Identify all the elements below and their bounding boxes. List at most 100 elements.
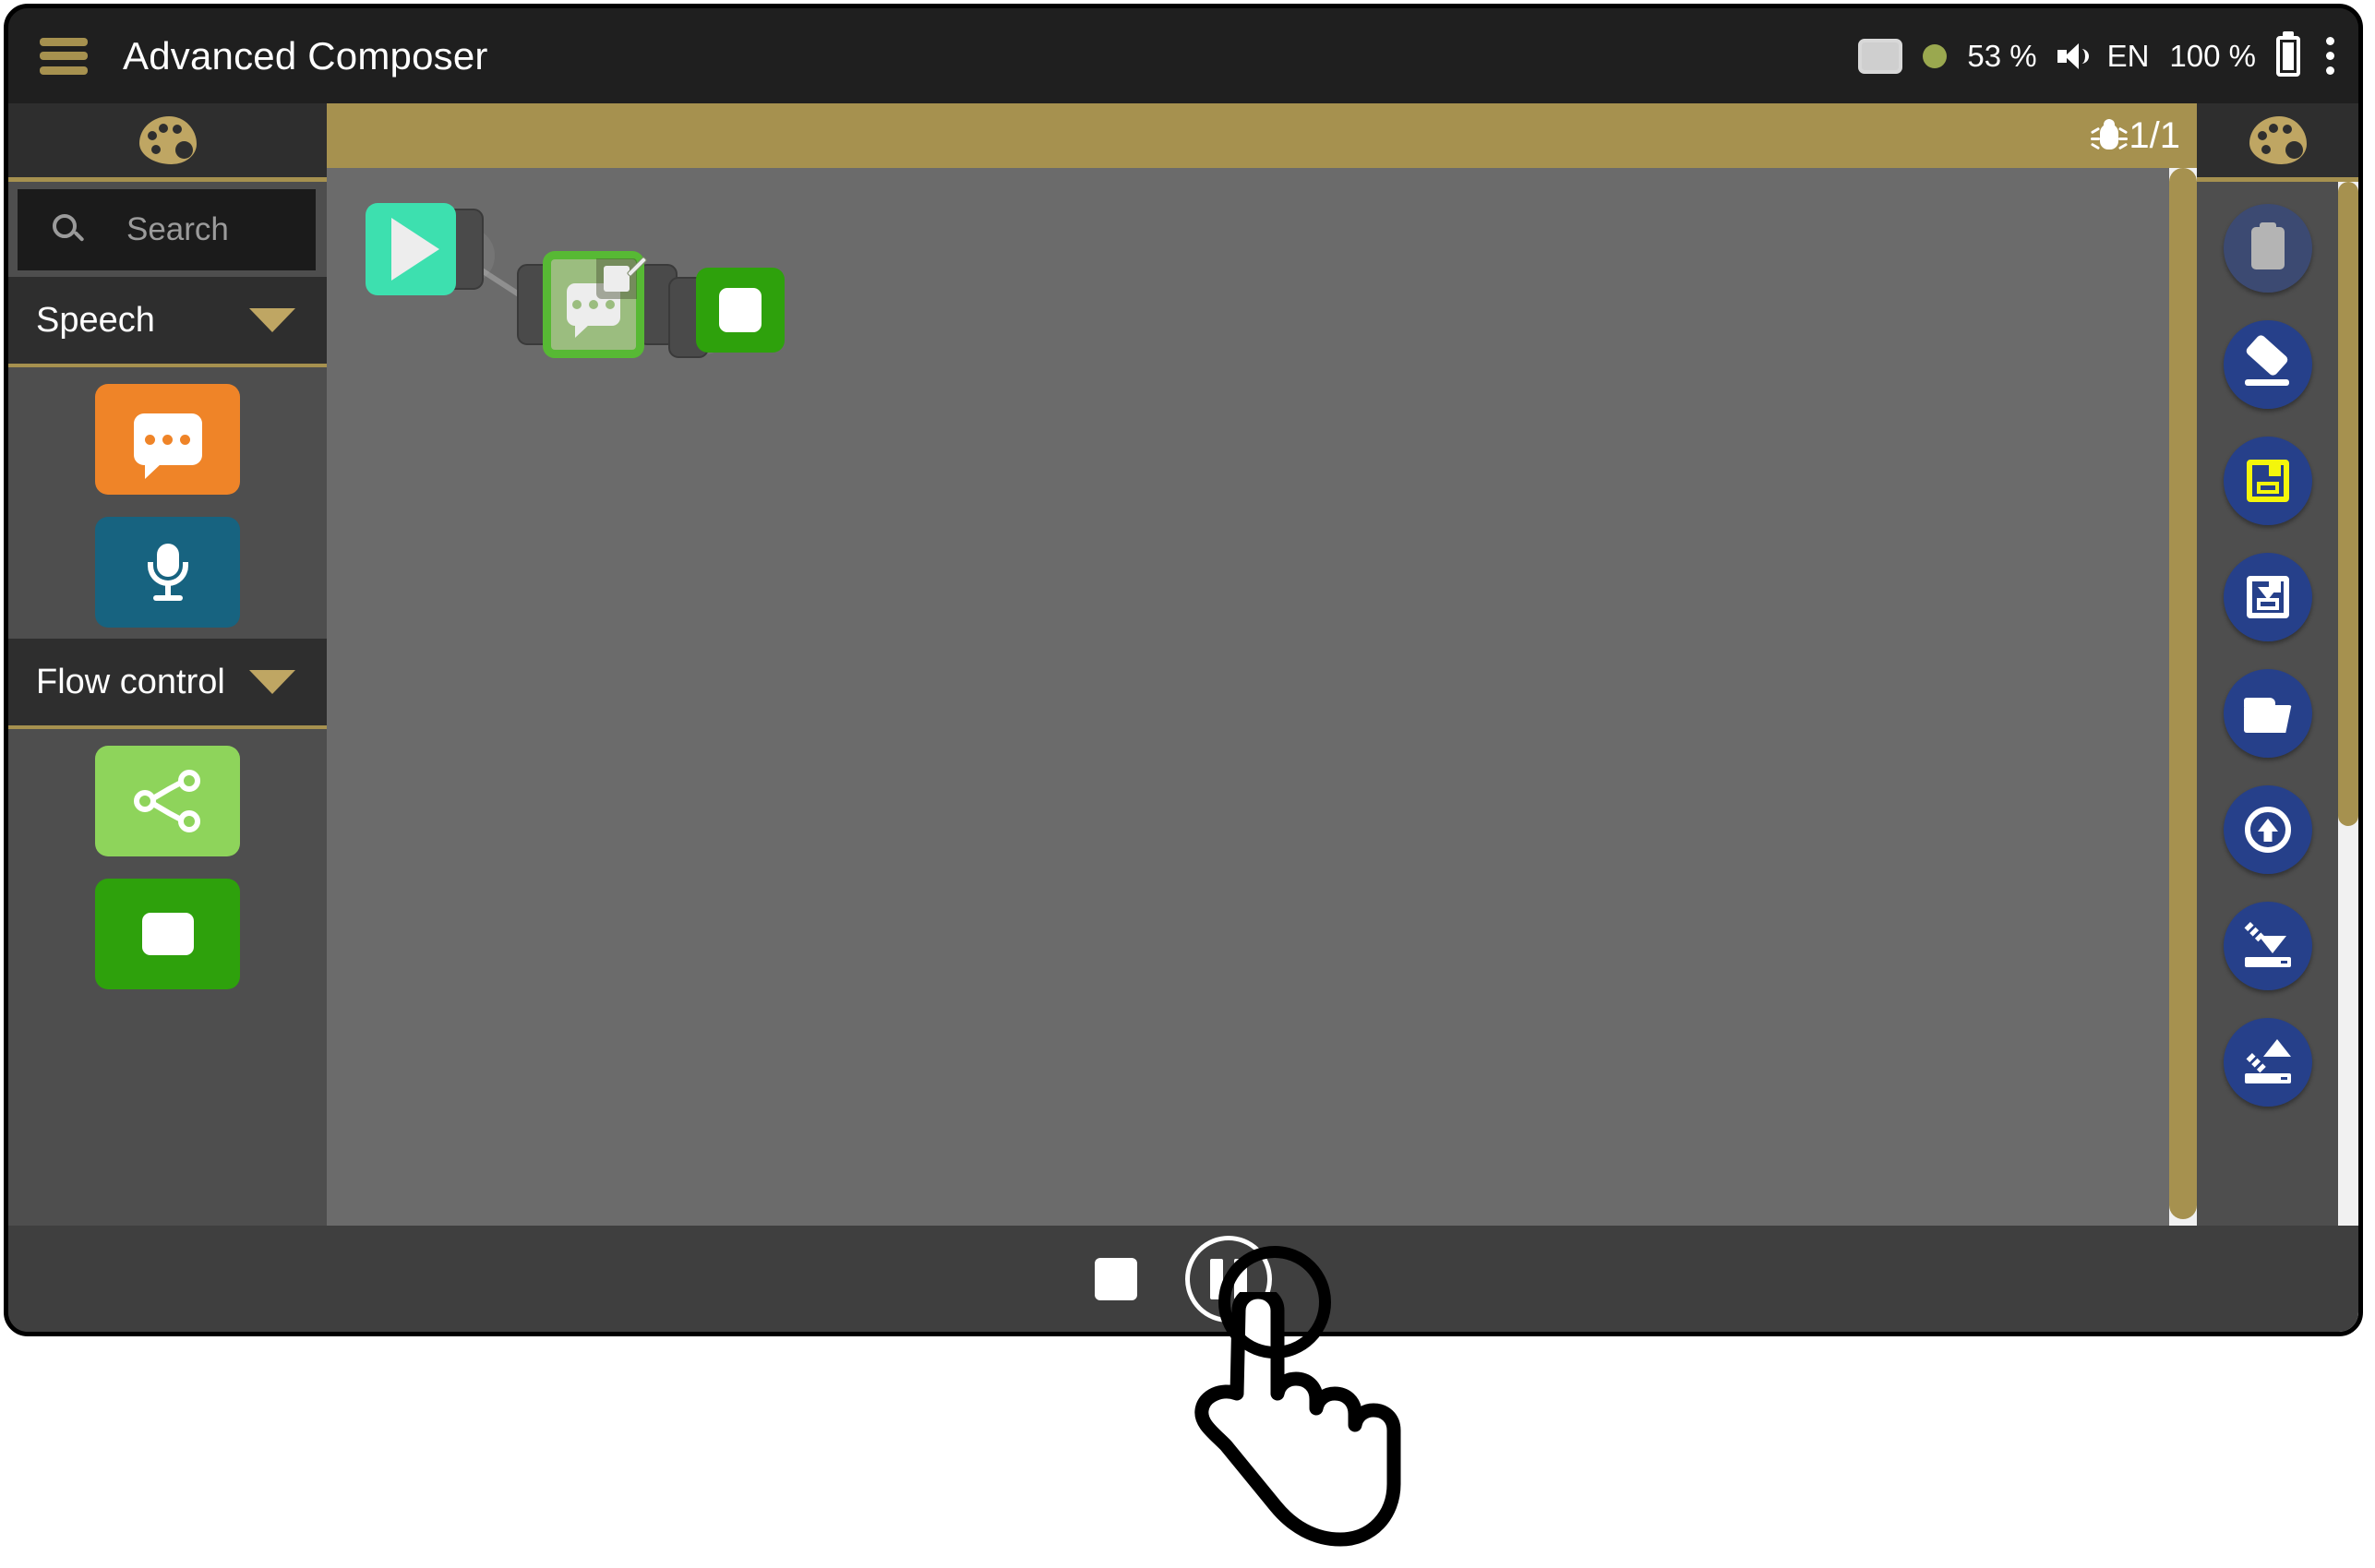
palette-dot	[172, 125, 182, 134]
upload-circle-icon	[2244, 807, 2291, 853]
search-row: Search	[8, 182, 327, 277]
upload-button[interactable]	[2223, 785, 2312, 874]
edit-pencil-icon[interactable]	[596, 256, 648, 299]
node-start[interactable]	[366, 203, 456, 295]
flow-canvas[interactable]	[327, 168, 2169, 1299]
mic-arc	[147, 562, 188, 586]
category-blocks-flow-control	[8, 729, 327, 1000]
palette-dot	[2257, 131, 2267, 140]
bubble-dot	[180, 434, 190, 445]
export-arrowhead	[2262, 1039, 2291, 1057]
kebab-menu-icon[interactable]	[2326, 37, 2334, 75]
tool-scroll-thumb[interactable]	[2338, 182, 2358, 826]
save-as-button[interactable]	[2223, 553, 2312, 641]
speaker-icon[interactable]	[2057, 42, 2089, 71]
status-dot-icon	[1923, 43, 1948, 68]
eraser-line	[2244, 379, 2289, 386]
bubble-dot	[145, 434, 155, 445]
block-palette-panel: Search Speech Flow control	[8, 103, 327, 1332]
bubble-dot	[162, 434, 173, 445]
tool-scroll-area	[2197, 182, 2358, 1332]
canvas-vertical-scrollbar[interactable]	[2169, 168, 2197, 1299]
stop-square-icon	[719, 288, 762, 332]
hamburger-bar	[40, 37, 88, 46]
eraser-body	[2244, 333, 2289, 377]
upload-stem	[2263, 830, 2272, 842]
export-tray-icon	[2243, 1039, 2293, 1085]
bubble-dot	[572, 300, 582, 309]
battery-percent-label: 100 %	[2169, 38, 2256, 73]
vertical-scroll-thumb[interactable]	[2169, 168, 2197, 1220]
folder-open-icon	[2243, 694, 2292, 733]
search-icon	[53, 213, 84, 245]
bug-leg	[2091, 126, 2101, 135]
floppy-download-icon	[2246, 576, 2289, 618]
play-icon	[390, 218, 439, 281]
stop-block[interactable]	[95, 879, 240, 989]
title-bar: Advanced Composer 53 % EN 100 %	[8, 8, 2358, 103]
open-button[interactable]	[2223, 669, 2312, 758]
search-placeholder: Search	[126, 210, 229, 247]
language-label: EN	[2106, 38, 2150, 73]
tool-panel-header[interactable]	[2197, 103, 2358, 182]
import-button[interactable]	[2223, 902, 2312, 990]
stop-button[interactable]	[1095, 1257, 1137, 1300]
bug-leg	[2091, 142, 2101, 150]
bubble-dot	[589, 300, 598, 309]
palette-thumbhole	[2285, 141, 2303, 159]
bug-head	[2104, 119, 2116, 127]
kebab-dot	[2326, 37, 2334, 45]
tap-hand-cursor	[1165, 1246, 1405, 1560]
tap-ripple-icon	[1218, 1246, 1331, 1359]
microphone-block[interactable]	[95, 517, 240, 628]
kebab-dot	[2326, 66, 2334, 75]
palette-dot	[150, 145, 161, 154]
palette-dot	[158, 124, 168, 133]
stop-square-icon	[141, 913, 194, 955]
tool-panel-scrollbar[interactable]	[2338, 182, 2358, 1332]
search-input[interactable]: Search	[18, 188, 316, 270]
hamburger-bar	[40, 66, 88, 75]
battery-fill	[2283, 42, 2294, 70]
tray-line	[2244, 957, 2291, 967]
hamburger-menu-icon[interactable]	[40, 37, 88, 75]
branch-block[interactable]	[95, 746, 240, 856]
palette-dot	[2268, 124, 2278, 133]
import-tray-icon	[2243, 922, 2293, 969]
paste-button[interactable]	[2223, 204, 2312, 293]
speech-bubble-icon	[133, 413, 202, 479]
bug-body	[2100, 124, 2119, 150]
bug-leg	[2118, 126, 2129, 135]
canvas-column: 1/1	[327, 103, 2197, 1332]
category-header-flow-control[interactable]: Flow control	[8, 639, 327, 729]
folder-front	[2243, 705, 2292, 733]
erase-button[interactable]	[2223, 320, 2312, 409]
palette-dot	[2282, 125, 2292, 134]
mic-base	[152, 595, 183, 601]
kebab-dot	[2326, 52, 2334, 60]
clipboard-icon	[2250, 227, 2285, 269]
bug-leg	[2091, 138, 2101, 140]
battery-icon	[2276, 35, 2300, 77]
category-header-speech[interactable]: Speech	[8, 277, 327, 367]
page-count-label: 1/1	[2129, 114, 2180, 156]
save-button[interactable]	[2223, 437, 2312, 525]
app-window: Advanced Composer 53 % EN 100 % Search S…	[4, 4, 2363, 1336]
floppy-save-icon	[2246, 460, 2289, 502]
palette-panel-header[interactable]	[8, 103, 327, 182]
bug-icon[interactable]	[2091, 118, 2129, 153]
canvas-body	[327, 168, 2197, 1332]
export-button[interactable]	[2223, 1018, 2312, 1107]
node-speech-selected[interactable]	[543, 251, 648, 358]
chevron-down-icon	[249, 308, 295, 332]
palette-icon	[2249, 116, 2307, 164]
speech-bubble-block[interactable]	[95, 384, 240, 495]
palette-dot	[2261, 145, 2271, 154]
node-stop[interactable]	[696, 268, 785, 353]
status-bar: 53 % EN 100 %	[1858, 35, 2334, 77]
tool-panel	[2197, 103, 2358, 1332]
edit-pencil	[626, 256, 648, 278]
canvas-header: 1/1	[327, 103, 2197, 168]
cpu-percent-label: 53 %	[1967, 38, 2037, 73]
category-label: Speech	[36, 300, 155, 340]
